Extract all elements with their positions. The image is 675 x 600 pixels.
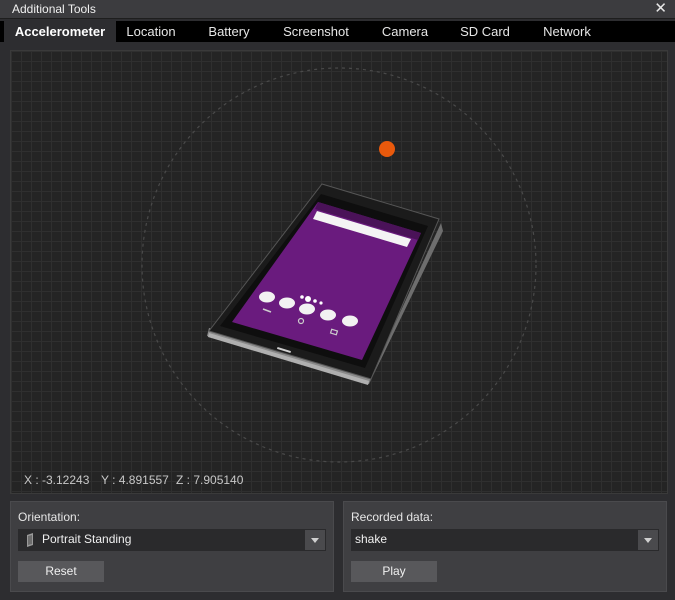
recorded-data-panel: Recorded data: shake Play	[343, 501, 667, 592]
orientation-value: Portrait Standing	[42, 532, 132, 546]
tablet-device[interactable]	[207, 183, 443, 385]
orientation-select[interactable]: Portrait Standing	[18, 529, 326, 551]
accelerometer-viewport[interactable]	[10, 50, 668, 494]
tab-sd-card[interactable]: SD Card	[452, 21, 518, 42]
tab-camera[interactable]: Camera	[372, 21, 438, 42]
recorded-data-dropdown-button[interactable]	[638, 530, 658, 550]
orientation-panel: Orientation: Portrait Standing Reset	[10, 501, 334, 592]
tab-bar: Accelerometer Location Battery Screensho…	[0, 21, 675, 42]
z-readout: Z : 7.905140	[176, 473, 244, 487]
chevron-down-icon	[311, 538, 319, 543]
chevron-down-icon	[644, 538, 652, 543]
rotation-handle[interactable]	[379, 141, 395, 157]
recorded-data-select[interactable]: shake	[351, 529, 659, 551]
device-scene[interactable]	[11, 51, 667, 493]
tab-screenshot[interactable]: Screenshot	[276, 21, 356, 42]
recorded-data-label: Recorded data:	[351, 510, 434, 524]
recorded-data-value: shake	[355, 532, 388, 546]
phone-icon	[26, 533, 35, 547]
y-readout: Y : 4.891557	[101, 473, 169, 487]
tab-accelerometer[interactable]: Accelerometer	[4, 21, 116, 42]
tab-network[interactable]: Network	[534, 21, 600, 42]
title-bar: Additional Tools ✕	[0, 0, 675, 19]
window-title: Additional Tools	[12, 2, 96, 16]
tab-location[interactable]: Location	[116, 21, 186, 42]
tab-battery[interactable]: Battery	[196, 21, 262, 42]
play-button[interactable]: Play	[351, 561, 437, 582]
x-readout: X : -3.12243	[24, 473, 90, 487]
orientation-dropdown-button[interactable]	[305, 530, 325, 550]
orientation-label: Orientation:	[18, 510, 81, 524]
reset-button[interactable]: Reset	[18, 561, 104, 582]
close-icon[interactable]: ✕	[654, 0, 667, 18]
